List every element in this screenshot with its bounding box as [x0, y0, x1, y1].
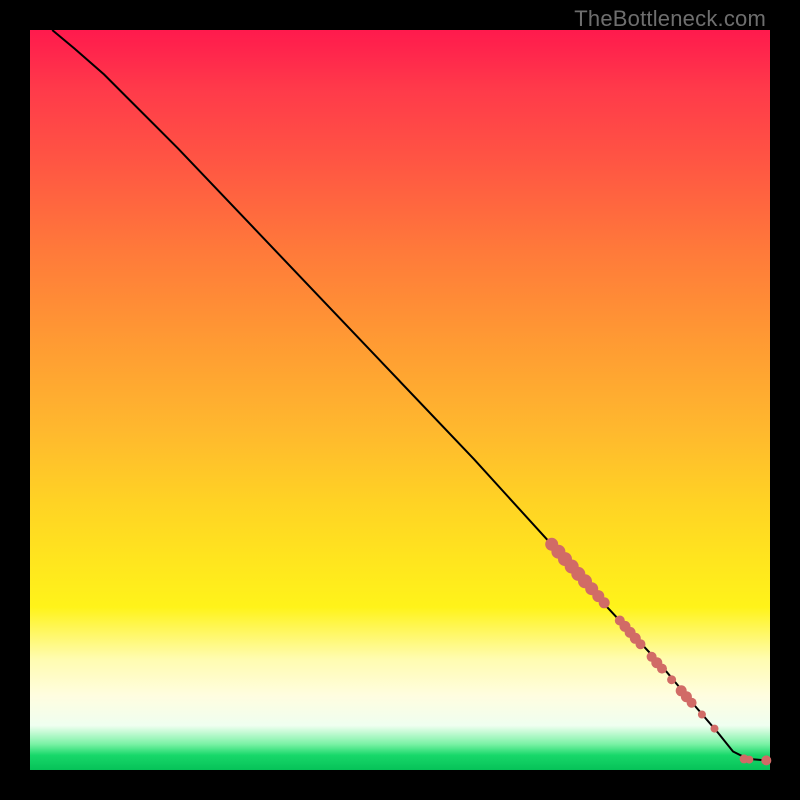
data-point: [698, 711, 706, 719]
points-group: [545, 538, 771, 766]
data-point: [599, 597, 610, 608]
curve-path: [52, 30, 766, 760]
data-point: [657, 664, 667, 674]
watermark-text: TheBottleneck.com: [574, 6, 766, 32]
data-point: [687, 698, 697, 708]
data-point: [636, 639, 646, 649]
data-point: [761, 755, 771, 765]
data-point: [711, 725, 719, 733]
data-point: [667, 675, 676, 684]
data-point: [745, 756, 753, 764]
chart-stage: TheBottleneck.com: [0, 0, 800, 800]
overlay-svg: [30, 30, 770, 770]
